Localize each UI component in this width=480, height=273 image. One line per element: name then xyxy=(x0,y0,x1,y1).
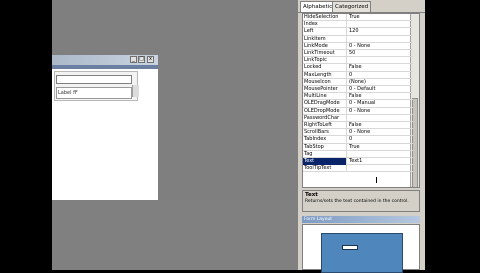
property-row[interactable]: OLEDropMode 0 - None xyxy=(303,107,415,115)
property-name[interactable]: Index xyxy=(303,21,347,29)
tab-alphabetic[interactable]: Alphabetic xyxy=(300,1,336,12)
form-window[interactable]: _ □ x Label fF xyxy=(52,55,158,200)
property-row[interactable]: LinkTimeout 50 xyxy=(303,50,415,58)
property-value[interactable]: True xyxy=(347,144,415,151)
property-row[interactable]: MousePointer 0 - Default xyxy=(303,86,415,94)
property-value[interactable] xyxy=(347,36,415,43)
form-titlebar[interactable]: _ □ x xyxy=(52,55,158,65)
property-value[interactable]: 0 - Default xyxy=(347,86,415,93)
property-row[interactable]: MultiLine False xyxy=(303,93,415,101)
description-pane: Text Returns/sets the text contained in … xyxy=(302,190,420,212)
description-text: Returns/sets the text contained in the c… xyxy=(305,199,409,204)
property-name[interactable]: Tag xyxy=(303,150,347,158)
property-value[interactable] xyxy=(347,57,415,64)
property-name[interactable]: LinkTopic xyxy=(303,57,347,65)
form-layout-header: Form Layout xyxy=(302,216,420,223)
property-name[interactable]: ScrollBars xyxy=(303,129,347,137)
property-name[interactable]: TabIndex xyxy=(303,136,347,144)
property-name[interactable]: MouseIcon xyxy=(303,78,347,86)
form-layout-window xyxy=(302,224,420,273)
property-name[interactable]: Text xyxy=(303,158,347,166)
property-value[interactable]: True xyxy=(347,14,415,21)
left-black-border xyxy=(0,0,52,270)
property-value[interactable]: 0 xyxy=(347,136,415,143)
property-value[interactable] xyxy=(347,165,415,172)
property-name[interactable]: MousePointer xyxy=(303,86,347,94)
property-name[interactable]: Left xyxy=(303,28,347,36)
property-name[interactable]: ToolTipText xyxy=(303,165,347,173)
property-value[interactable]: 0 - None xyxy=(347,129,415,136)
property-name[interactable]: MultiLine xyxy=(303,93,347,101)
property-row[interactable]: Tag xyxy=(303,150,415,158)
property-value[interactable]: Text1 xyxy=(347,158,415,165)
property-value[interactable]: False xyxy=(347,122,415,129)
property-value[interactable]: 50 xyxy=(347,50,415,57)
property-value[interactable]: 120 xyxy=(347,28,415,35)
property-name[interactable]: HideSelection xyxy=(303,14,347,22)
tab-categorized[interactable]: Categorized xyxy=(332,1,372,12)
property-row[interactable]: HideSelection True xyxy=(303,14,415,22)
property-row[interactable]: TabStop True xyxy=(303,143,415,151)
property-name[interactable]: OLEDragMode xyxy=(303,100,347,108)
property-row[interactable]: LinkTopic xyxy=(303,57,415,65)
maximize-button[interactable]: □ xyxy=(138,56,145,63)
properties-panel: Alphabetic Categorized HideSelection True… xyxy=(298,0,425,273)
property-value[interactable] xyxy=(347,151,415,158)
property-row[interactable]: Index xyxy=(303,21,415,29)
property-row[interactable]: ToolTipText xyxy=(303,165,415,173)
property-row[interactable]: Left 120 xyxy=(303,28,415,36)
text1-textbox[interactable] xyxy=(56,75,132,84)
property-name[interactable]: OLEDropMode xyxy=(303,107,347,115)
property-value[interactable]: 0 xyxy=(347,72,415,79)
property-row[interactable]: RightToLeft False xyxy=(303,122,415,130)
property-row[interactable]: OLEDragMode 0 - Manual xyxy=(303,100,415,108)
properties-tabs: Alphabetic Categorized xyxy=(298,0,425,13)
property-value[interactable]: (None) xyxy=(347,79,415,86)
text-cursor xyxy=(376,177,377,183)
form-menu-strip xyxy=(52,65,158,69)
property-value[interactable]: 0 - None xyxy=(347,108,415,115)
property-value[interactable]: False xyxy=(347,93,415,100)
property-row[interactable]: Locked False xyxy=(303,64,415,72)
property-row[interactable]: TabIndex 0 xyxy=(303,136,415,144)
form-layout-section: Form Layout xyxy=(298,214,425,273)
property-value[interactable] xyxy=(347,21,415,28)
property-grid[interactable]: HideSelection True Index Left 120 LinkItem Lin… xyxy=(302,13,420,188)
property-row[interactable]: LinkItem xyxy=(303,35,415,43)
property-name[interactable]: MaxLength xyxy=(303,71,347,79)
form-layout-preview[interactable] xyxy=(321,233,403,273)
form-scrollbar[interactable] xyxy=(132,85,139,97)
minimize-button[interactable]: _ xyxy=(130,56,137,63)
property-name[interactable]: PasswordChar xyxy=(303,114,347,122)
property-name[interactable]: Locked xyxy=(303,64,347,72)
property-name[interactable]: LinkTimeout xyxy=(303,50,347,58)
property-value[interactable]: 0 - None xyxy=(347,43,415,50)
workspace-bottom-area xyxy=(52,200,298,270)
right-black-border xyxy=(425,0,480,270)
property-name[interactable]: LinkMode xyxy=(303,42,347,50)
form-layout-inner xyxy=(342,245,358,250)
property-name[interactable]: TabStop xyxy=(303,143,347,151)
property-value[interactable]: 0 - Manual xyxy=(347,100,415,107)
property-row[interactable]: PasswordChar xyxy=(303,114,415,122)
property-value[interactable] xyxy=(347,115,415,122)
property-value[interactable]: False xyxy=(347,64,415,71)
property-name[interactable]: RightToLeft xyxy=(303,122,347,130)
close-button[interactable]: x xyxy=(147,56,154,63)
property-row[interactable]: LinkMode 0 - None xyxy=(303,42,415,50)
description-title: Text xyxy=(305,192,318,198)
property-row[interactable]: ScrollBars 0 - None xyxy=(303,129,415,137)
property-row[interactable]: MaxLength 0 xyxy=(303,71,415,79)
property-name[interactable]: LinkItem xyxy=(303,35,347,43)
property-row[interactable]: MouseIcon (None) xyxy=(303,78,415,86)
form-combo-box[interactable]: Label fF xyxy=(56,87,132,99)
property-row[interactable]: Text Text1 xyxy=(303,158,415,166)
